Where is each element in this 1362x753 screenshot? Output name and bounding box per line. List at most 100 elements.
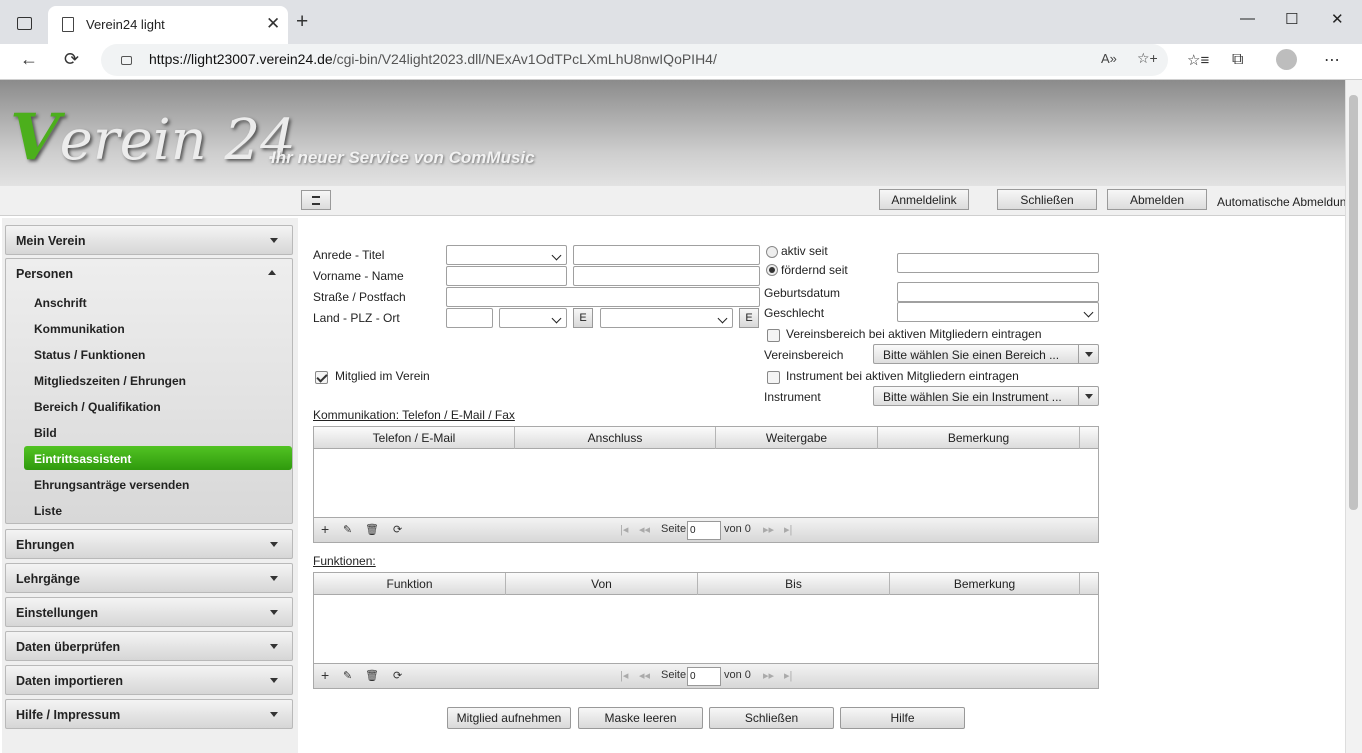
- page-input[interactable]: 0: [687, 521, 721, 540]
- nav-anschrift[interactable]: Anschrift: [34, 296, 87, 310]
- nav-mein-verein[interactable]: Mein Verein: [5, 225, 293, 255]
- add-icon[interactable]: +: [321, 667, 329, 683]
- nav-bereich[interactable]: Bereich / Qualifikation: [34, 400, 161, 414]
- add-icon[interactable]: +: [321, 521, 329, 537]
- tab-actions-icon[interactable]: [17, 17, 32, 30]
- nav-status-funktionen[interactable]: Status / Funktionen: [34, 348, 145, 362]
- browser-tab[interactable]: Verein24 light ✕: [48, 6, 288, 44]
- foerdernd-radio[interactable]: [766, 264, 778, 276]
- titel-input[interactable]: [573, 245, 760, 265]
- vb-checkbox[interactable]: [767, 329, 780, 342]
- delete-icon[interactable]: 🗑: [365, 523, 379, 536]
- aktiv-label: aktiv seit: [781, 244, 828, 258]
- land-input[interactable]: [446, 308, 493, 328]
- nav-ehrungen[interactable]: Ehrungen: [5, 529, 293, 559]
- last-page-icon[interactable]: ▸|: [784, 523, 792, 536]
- last-page-icon[interactable]: ▸|: [784, 669, 792, 682]
- maske-leeren-button[interactable]: Maske leeren: [578, 707, 703, 729]
- chevron-down-icon[interactable]: [1078, 387, 1098, 405]
- funk-title[interactable]: Funktionen:: [313, 554, 376, 568]
- favorites-icon[interactable]: ☆≡: [1187, 51, 1209, 69]
- geburtsdatum-label: Geburtsdatum: [764, 286, 841, 300]
- refresh-icon[interactable]: ⟳: [393, 669, 402, 682]
- prev-page-icon[interactable]: ◂◂: [639, 669, 650, 682]
- reload-icon[interactable]: ⟳: [64, 49, 79, 70]
- hilfe-button[interactable]: Hilfe: [840, 707, 965, 729]
- nav-daten-pruefen[interactable]: Daten überprüfen: [5, 631, 293, 661]
- first-page-icon[interactable]: |◂: [620, 669, 628, 682]
- nav-daten-importieren[interactable]: Daten importieren: [5, 665, 293, 695]
- profile-avatar[interactable]: [1276, 49, 1297, 70]
- chevron-down-icon: [270, 542, 278, 547]
- instrument-combo[interactable]: Bitte wählen Sie ein Instrument ...: [873, 386, 1099, 406]
- new-tab-icon[interactable]: +: [296, 11, 308, 32]
- col-anschluss[interactable]: Anschluss: [515, 427, 716, 449]
- ort-select[interactable]: [600, 308, 733, 328]
- refresh-icon[interactable]: ⟳: [393, 523, 402, 536]
- address-bar[interactable]: https://light23007.verein24.de/cgi-bin/V…: [101, 44, 1168, 76]
- next-page-icon[interactable]: ▸▸: [763, 669, 774, 682]
- col-von[interactable]: Von: [506, 573, 698, 595]
- anrede-select[interactable]: [446, 245, 567, 265]
- minimize-icon[interactable]: —: [1240, 10, 1255, 27]
- read-aloud-icon[interactable]: A»: [1101, 51, 1117, 66]
- url-text: https://light23007.verein24.de/cgi-bin/V…: [149, 51, 717, 67]
- komm-grid: Telefon / E-Mail Anschluss Weitergabe Be…: [313, 426, 1099, 543]
- nav-ehrungsantraege[interactable]: Ehrungsanträge versenden: [34, 478, 189, 492]
- geburtsdatum-input[interactable]: [897, 282, 1099, 302]
- nav-hilfe[interactable]: Hilfe / Impressum: [5, 699, 293, 729]
- schliessen-top-button[interactable]: Schließen: [997, 189, 1097, 210]
- plz-select[interactable]: [499, 308, 567, 328]
- nav-liste[interactable]: Liste: [34, 504, 62, 518]
- instrument-checkbox[interactable]: [767, 371, 780, 384]
- nav-personen[interactable]: Personen: [16, 267, 73, 281]
- edit-icon[interactable]: ✎: [343, 523, 352, 536]
- maximize-icon[interactable]: ☐: [1285, 10, 1298, 28]
- nav-eintrittsassistent[interactable]: Eintrittsassistent: [34, 452, 131, 466]
- col-telefon[interactable]: Telefon / E-Mail: [314, 427, 515, 449]
- prev-page-icon[interactable]: ◂◂: [639, 523, 650, 536]
- strasse-input[interactable]: [446, 287, 760, 307]
- chevron-down-icon[interactable]: [1078, 345, 1098, 363]
- scrollbar-thumb[interactable]: [1349, 95, 1358, 510]
- first-page-icon[interactable]: |◂: [620, 523, 628, 536]
- next-page-icon[interactable]: ▸▸: [763, 523, 774, 536]
- back-icon[interactable]: ←: [20, 49, 38, 70]
- abmelden-button[interactable]: Abmelden: [1107, 189, 1207, 210]
- seit-date-input[interactable]: [897, 253, 1099, 273]
- vorname-input[interactable]: [446, 266, 567, 286]
- nav-einstellungen[interactable]: Einstellungen: [5, 597, 293, 627]
- col-bemerkung[interactable]: Bemerkung: [878, 427, 1080, 449]
- col-bemerkung[interactable]: Bemerkung: [890, 573, 1080, 595]
- menu-toggle-icon[interactable]: [301, 190, 331, 210]
- nav-bild[interactable]: Bild: [34, 426, 57, 440]
- nav-lehrgaenge[interactable]: Lehrgänge: [5, 563, 293, 593]
- close-tab-icon[interactable]: ✕: [266, 14, 280, 34]
- chevron-up-icon[interactable]: [268, 270, 276, 275]
- nav-mitgliedszeiten[interactable]: Mitgliedszeiten / Ehrungen: [34, 374, 186, 388]
- plz-e-button[interactable]: E: [573, 308, 593, 328]
- page-input[interactable]: 0: [687, 667, 721, 686]
- col-bis[interactable]: Bis: [698, 573, 890, 595]
- collections-icon[interactable]: ⧉: [1232, 51, 1243, 69]
- nav-label: Daten importieren: [16, 674, 123, 688]
- more-icon[interactable]: ⋯: [1324, 50, 1340, 70]
- komm-title[interactable]: Kommunikation: Telefon / E-Mail / Fax: [313, 408, 515, 422]
- vereinsbereich-combo[interactable]: Bitte wählen Sie einen Bereich ...: [873, 344, 1099, 364]
- schliessen-button[interactable]: Schließen: [709, 707, 834, 729]
- edit-icon[interactable]: ✎: [343, 669, 352, 682]
- ort-e-button[interactable]: E: [739, 308, 759, 328]
- aktiv-radio[interactable]: [766, 246, 778, 258]
- nav-kommunikation[interactable]: Kommunikation: [34, 322, 125, 336]
- mitglied-aufnehmen-button[interactable]: Mitglied aufnehmen: [447, 707, 571, 729]
- col-weitergabe[interactable]: Weitergabe: [716, 427, 878, 449]
- add-favorite-icon[interactable]: ☆+: [1137, 50, 1158, 67]
- mitglied-checkbox[interactable]: [315, 371, 328, 384]
- delete-icon[interactable]: 🗑: [365, 669, 379, 682]
- name-input[interactable]: [573, 266, 760, 286]
- col-funktion[interactable]: Funktion: [314, 573, 506, 595]
- geschlecht-select[interactable]: [897, 302, 1099, 322]
- window-close-icon[interactable]: ✕: [1331, 10, 1344, 28]
- lock-icon[interactable]: [121, 56, 132, 65]
- anmeldelink-button[interactable]: Anmeldelink: [879, 189, 969, 210]
